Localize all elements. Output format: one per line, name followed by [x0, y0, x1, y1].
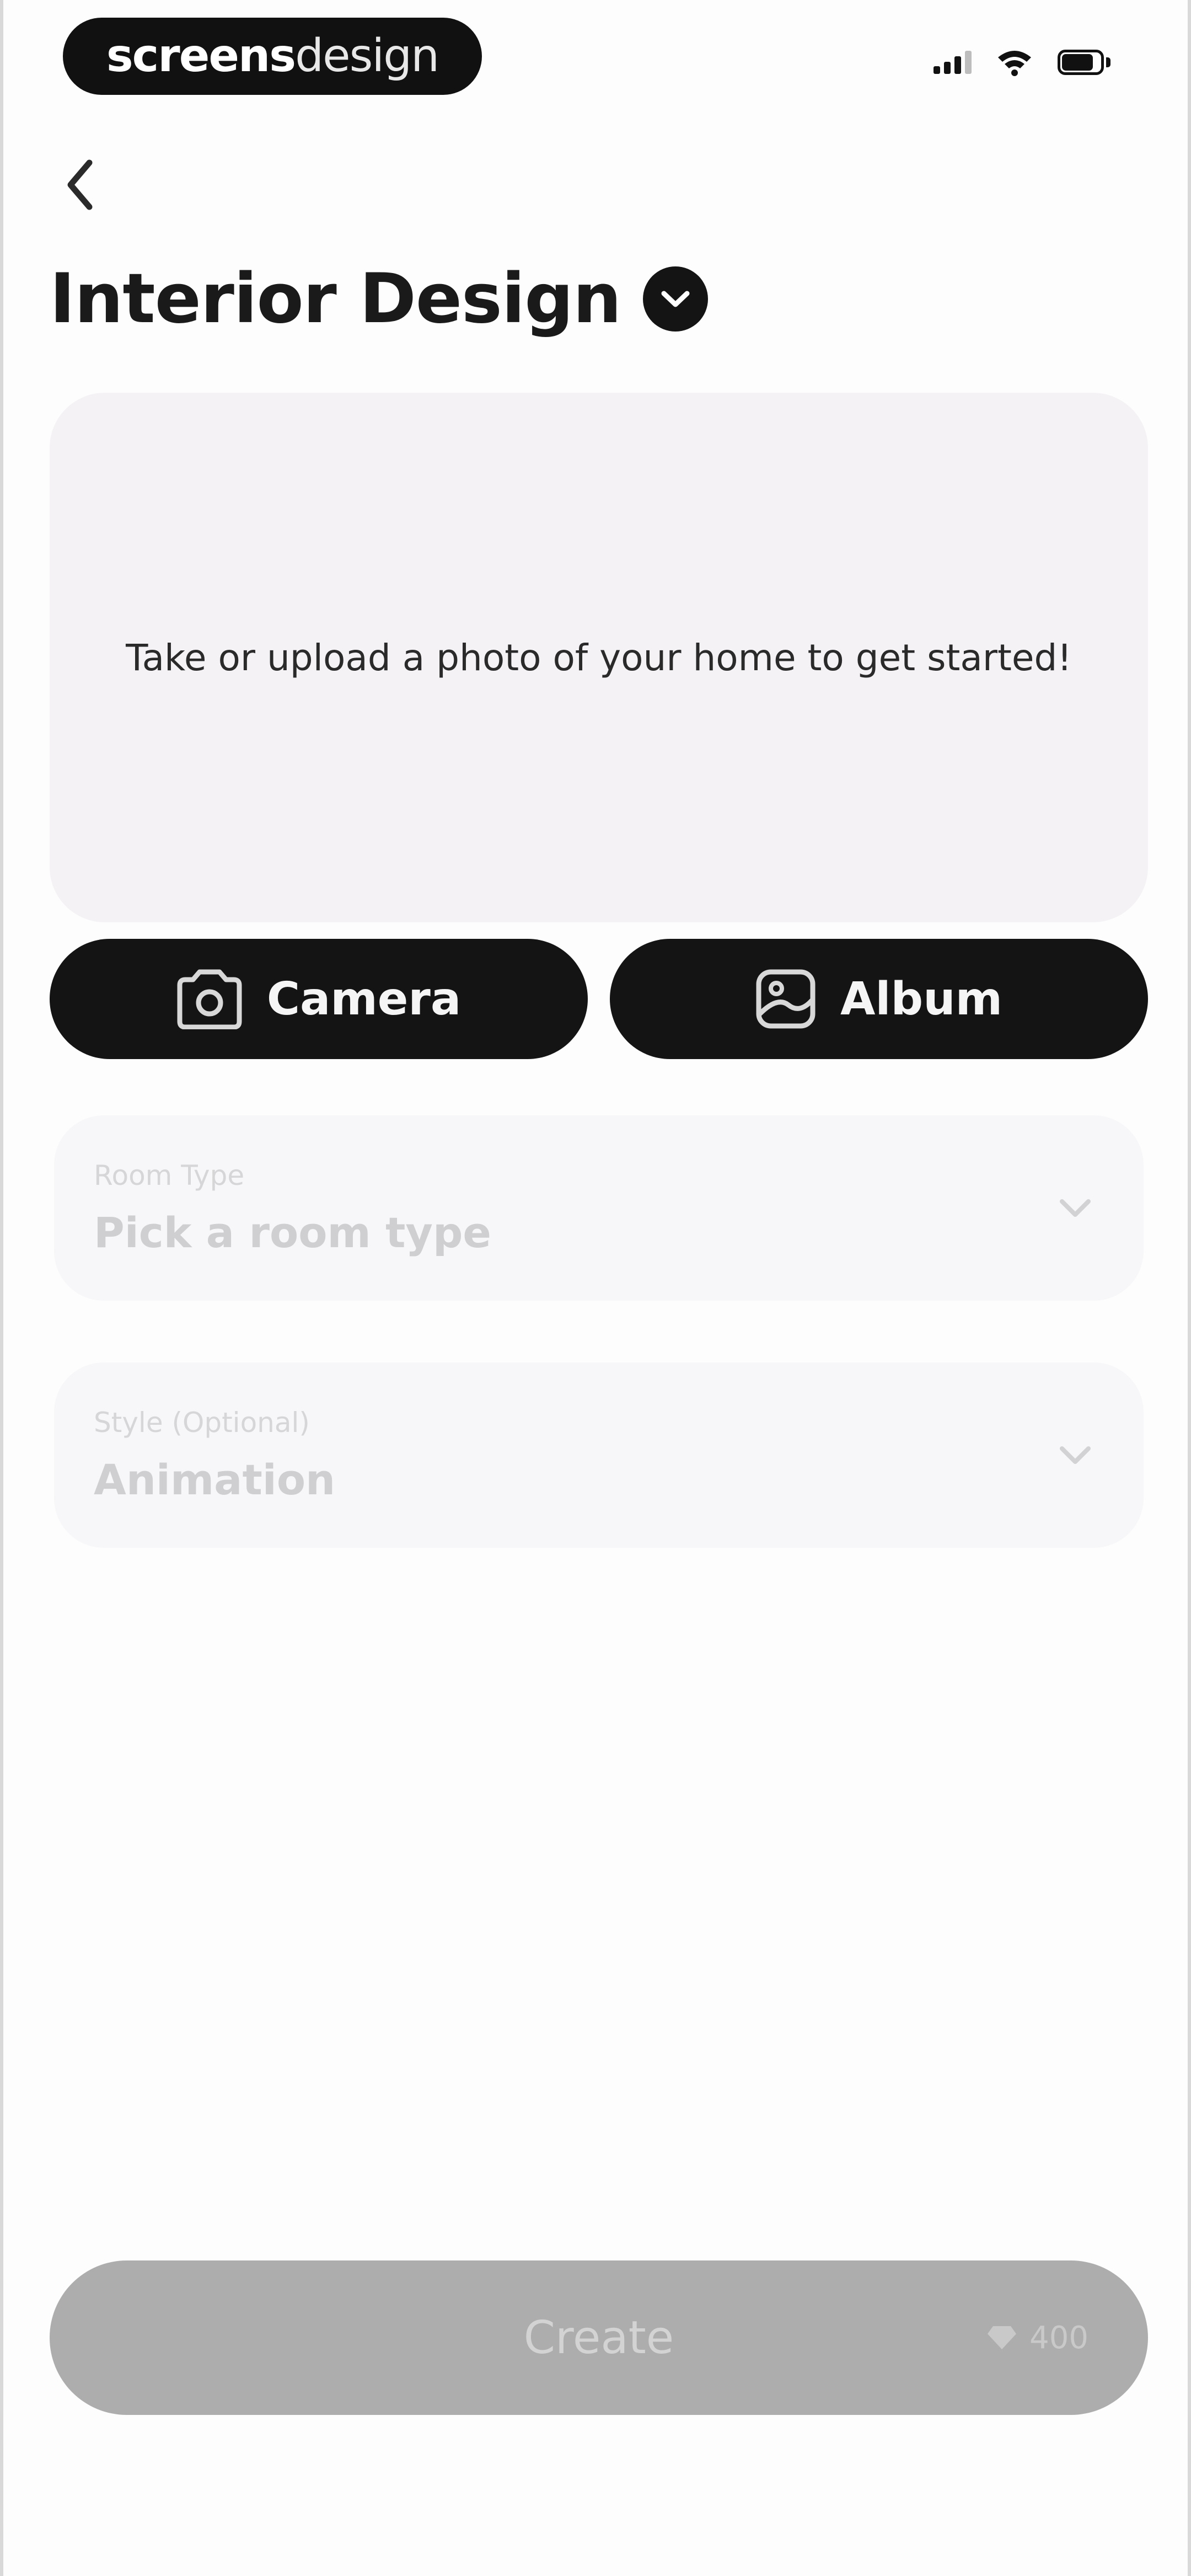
photo-source-buttons: Camera Album — [50, 939, 1148, 1059]
create-cost-value: 400 — [1029, 2320, 1088, 2356]
back-button[interactable] — [58, 154, 103, 215]
create-button[interactable]: Create 400 — [50, 2260, 1148, 2415]
room-type-placeholder: Pick a room type — [94, 1208, 491, 1257]
page-title: Interior Design — [50, 259, 621, 339]
status-icons — [934, 49, 1110, 76]
chevron-down-icon — [1060, 1199, 1091, 1217]
photo-upload-area[interactable]: Take or upload a photo of your home to g… — [50, 393, 1148, 922]
album-button-label: Album — [840, 972, 1003, 1025]
photo-album-icon — [756, 969, 816, 1029]
chevron-down-circle-icon[interactable] — [643, 266, 709, 332]
camera-icon — [177, 969, 242, 1029]
camera-button[interactable]: Camera — [50, 939, 588, 1059]
brand-logo-bold: screens — [106, 30, 296, 82]
brand-logo-light: design — [295, 30, 439, 82]
room-type-select[interactable]: Room Type Pick a room type — [54, 1115, 1144, 1301]
create-button-label: Create — [523, 2311, 674, 2364]
title-row[interactable]: Interior Design — [50, 259, 709, 339]
room-type-label: Room Type — [94, 1159, 245, 1191]
create-cost: 400 — [986, 2260, 1088, 2415]
brand-logo: screens design — [63, 18, 482, 95]
chevron-left-icon — [67, 159, 93, 210]
style-select[interactable]: Style (Optional) Animation — [54, 1362, 1144, 1548]
battery-icon — [1058, 50, 1110, 75]
style-value: Animation — [94, 1455, 336, 1504]
upload-prompt: Take or upload a photo of your home to g… — [126, 636, 1072, 679]
chevron-down-icon — [1060, 1446, 1091, 1464]
interior-design-screen: screens design Interior Design Take or u… — [0, 0, 1191, 2576]
album-button[interactable]: Album — [610, 939, 1148, 1059]
style-label: Style (Optional) — [94, 1407, 310, 1439]
diamond-icon — [988, 2326, 1017, 2349]
camera-button-label: Camera — [266, 972, 462, 1025]
cellular-signal-icon — [934, 51, 972, 74]
wifi-icon — [998, 51, 1031, 76]
